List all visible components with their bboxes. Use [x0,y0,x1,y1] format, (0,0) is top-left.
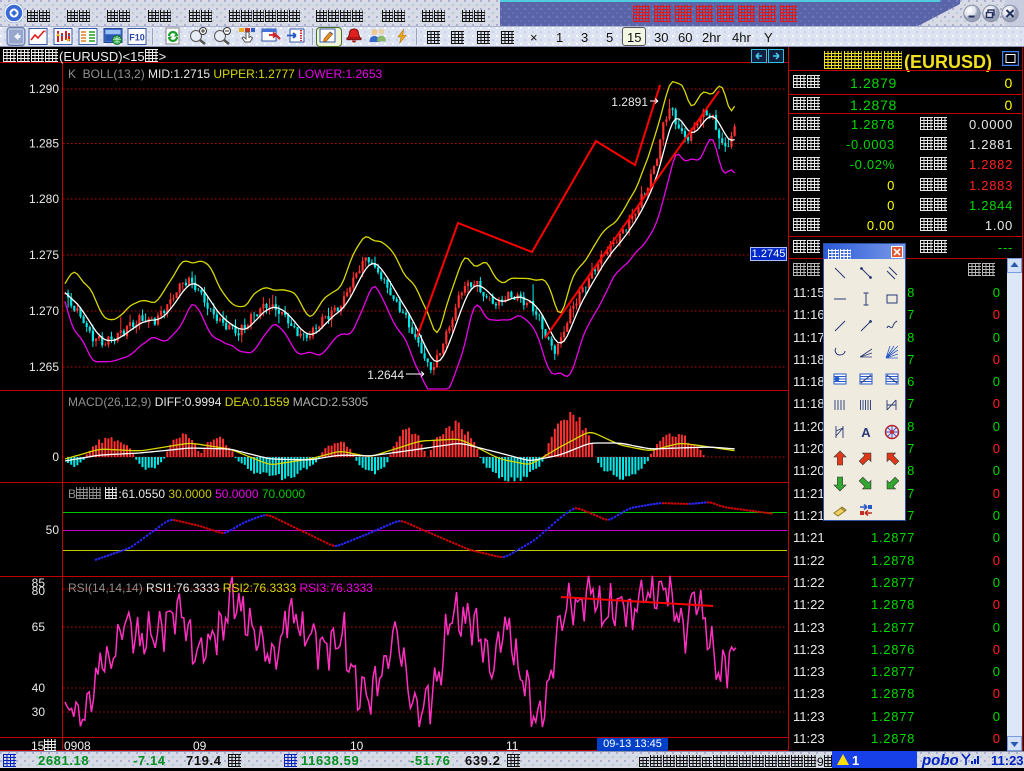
svg-text:1.290: 1.290 [29,82,59,96]
svg-text:65: 65 [32,620,46,634]
svg-text:F10: F10 [129,33,145,43]
svg-text:1.275: 1.275 [29,248,59,262]
svg-text:1.265: 1.265 [29,360,59,374]
svg-text:1.270: 1.270 [29,304,59,318]
svg-text:1.2891: 1.2891 [611,95,648,109]
svg-text:1.285: 1.285 [29,137,59,151]
svg-text:30: 30 [32,705,46,719]
svg-text:40: 40 [32,681,46,695]
svg-text:1.280: 1.280 [29,192,59,206]
svg-text:1.2644: 1.2644 [367,368,404,382]
svg-text:50: 50 [46,523,60,537]
svg-text:80: 80 [32,584,46,598]
svg-text:0: 0 [52,450,59,464]
svg-text:A: A [861,425,871,440]
